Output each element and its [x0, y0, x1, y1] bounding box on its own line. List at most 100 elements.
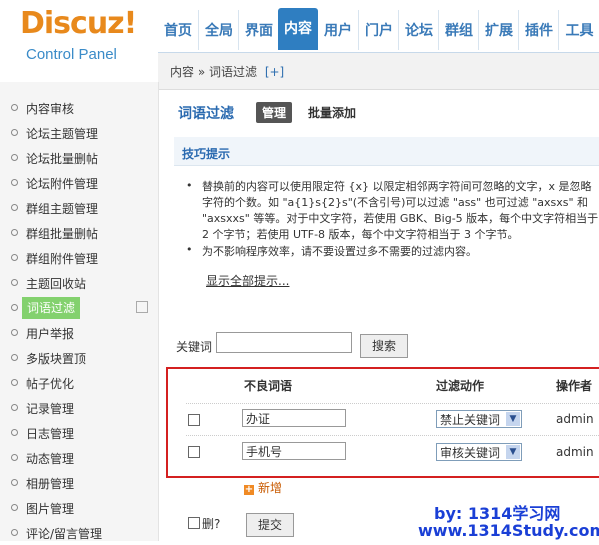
add-to-menu-link[interactable]: [+]: [265, 65, 284, 79]
sidebar-item-group-batch-delete[interactable]: 群组批量删帖: [0, 221, 158, 245]
sidebar-item-pictures[interactable]: 图片管理: [0, 496, 158, 520]
row-divider: [186, 435, 599, 436]
nav-plugins[interactable]: 插件: [518, 10, 559, 50]
bullet-icon: [11, 154, 18, 161]
bullet-icon: [11, 404, 18, 411]
logo-wordmark: Discuz!: [20, 6, 137, 41]
col-header-filter-action: 过滤动作: [436, 379, 485, 393]
delete-label: 删?: [202, 517, 221, 531]
sidebar-item-label: 用户举报: [26, 327, 75, 341]
sidebar-item-label: 多版块置顶: [26, 352, 87, 366]
sidebar-item-group-attachments[interactable]: 群组附件管理: [0, 246, 158, 270]
sidebar-item-label: 主题回收站: [26, 277, 87, 291]
filter-action-select[interactable]: 审核关键词 ▼: [436, 443, 522, 461]
chevron-down-icon: ▼: [506, 445, 520, 459]
add-new-link[interactable]: + 新增: [244, 479, 282, 496]
col-header-operator: 操作者: [556, 379, 593, 393]
sidebar-item-label: 记录管理: [26, 402, 75, 416]
filter-action-value: 禁止关键词: [440, 413, 501, 427]
show-all-tips-link[interactable]: 显示全部提示...: [206, 272, 289, 289]
nav-portal[interactable]: 门户: [358, 10, 399, 50]
sidebar-item-multi-forum-sticky[interactable]: 多版块置顶: [0, 346, 158, 370]
bullet-icon: [11, 129, 18, 136]
breadcrumb-text: 内容 » 词语过滤: [170, 65, 257, 79]
keyword-label: 关键词: [176, 340, 213, 354]
sidebar-item-label: 群组主题管理: [26, 202, 99, 216]
row-checkbox[interactable]: [188, 446, 200, 458]
row-checkbox[interactable]: [188, 414, 200, 426]
bullet-icon: [11, 254, 18, 261]
bullet-icon: [11, 104, 18, 111]
breadcrumb-bar: 内容 » 词语过滤 [+]: [158, 52, 599, 90]
sidebar-item-word-filter[interactable]: 词语过滤: [0, 296, 158, 320]
search-button[interactable]: 搜索: [360, 334, 408, 358]
sidebar-item-albums[interactable]: 相册管理: [0, 471, 158, 495]
sidebar-item-content-review[interactable]: 内容审核: [0, 96, 158, 120]
nav-tools[interactable]: 工具: [558, 10, 599, 50]
nav-interface[interactable]: 界面: [238, 10, 279, 50]
submit-button[interactable]: 提交: [246, 513, 294, 537]
sidebar-item-label: 词语过滤: [22, 297, 81, 319]
tab-batch-add[interactable]: 批量添加: [308, 104, 356, 121]
keyword-input[interactable]: [216, 332, 352, 353]
main-content: 词语过滤 管理 批量添加 技巧提示 • 替换前的内容可以使用限定符 {x} 以限…: [158, 89, 599, 541]
breadcrumb: 内容 » 词语过滤 [+]: [170, 63, 284, 80]
sidebar-item-label: 图片管理: [26, 502, 75, 516]
bullet-icon: [11, 504, 18, 511]
sidebar-item-label: 群组批量删帖: [26, 227, 99, 241]
bullet-icon: [11, 379, 18, 386]
sidebar-item-label: 论坛主题管理: [26, 127, 99, 141]
tip-text-1: 替换前的内容可以使用限定符 {x} 以限定相邻两字符间可忽略的文字，x 是忽略字…: [202, 180, 599, 241]
nav-home[interactable]: 首页: [158, 10, 198, 50]
highlight-box: [166, 367, 599, 478]
bullet-icon: [11, 229, 18, 236]
sidebar-item-label: 动态管理: [26, 452, 75, 466]
sidebar-item-label: 群组附件管理: [26, 252, 99, 266]
sidebar-item-comments[interactable]: 评论/留言管理: [0, 521, 158, 545]
sidebar-item-label: 评论/留言管理: [26, 527, 103, 541]
bullet-icon: [11, 529, 18, 536]
nav-groups[interactable]: 群组: [438, 10, 479, 50]
plus-icon: +: [244, 484, 254, 495]
sidebar-item-post-optimize[interactable]: 帖子优化: [0, 371, 158, 395]
nav-users[interactable]: 用户: [318, 10, 358, 50]
sidebar-item-records[interactable]: 记录管理: [0, 396, 158, 420]
sidebar-item-recycle-bin[interactable]: 主题回收站: [0, 271, 158, 295]
bullet-icon: [11, 304, 18, 311]
sidebar-item-label: 相册管理: [26, 477, 75, 491]
bad-word-input[interactable]: 办证: [242, 409, 346, 427]
tab-manage[interactable]: 管理: [256, 102, 293, 123]
nav-forum[interactable]: 论坛: [398, 10, 439, 50]
bullet-icon: [11, 354, 18, 361]
tips-header: 技巧提示: [174, 137, 599, 166]
sidebar-item-forum-attachments[interactable]: 论坛附件管理: [0, 171, 158, 195]
sidebar-item-label: 日志管理: [26, 427, 75, 441]
sidebar-item-label: 内容审核: [26, 102, 75, 116]
bullet-icon: [11, 479, 18, 486]
nav-content[interactable]: 内容: [278, 8, 318, 50]
bullet-icon: [11, 179, 18, 186]
bad-word-input[interactable]: 手机号: [242, 442, 346, 460]
sidebar: 内容审核 论坛主题管理 论坛批量删帖 论坛附件管理 群组主题管理 群组批量删帖 …: [0, 82, 159, 541]
nav-extend[interactable]: 扩展: [478, 10, 519, 50]
sidebar-item-forum-threads[interactable]: 论坛主题管理: [0, 121, 158, 145]
bullet-icon: [11, 279, 18, 286]
row-divider: [186, 403, 599, 404]
sidebar-item-feeds[interactable]: 动态管理: [0, 446, 158, 470]
open-new-window-icon[interactable]: [136, 301, 148, 313]
sidebar-item-label: 论坛附件管理: [26, 177, 99, 191]
tip-bullet-icon: •: [186, 179, 193, 192]
select-all-delete-checkbox[interactable]: [188, 517, 200, 529]
sidebar-item-label: 论坛批量删帖: [26, 152, 99, 166]
watermark-line-2: www.1314Study.com: [418, 521, 599, 540]
sidebar-item-group-threads[interactable]: 群组主题管理: [0, 196, 158, 220]
bullet-icon: [11, 204, 18, 211]
sidebar-item-forum-batch-delete[interactable]: 论坛批量删帖: [0, 146, 158, 170]
bullet-icon: [11, 429, 18, 436]
page-title: 词语过滤: [178, 106, 234, 122]
nav-global[interactable]: 全局: [198, 10, 239, 50]
sidebar-item-blogs[interactable]: 日志管理: [0, 421, 158, 445]
filter-action-select[interactable]: 禁止关键词 ▼: [436, 410, 522, 428]
sidebar-item-user-reports[interactable]: 用户举报: [0, 321, 158, 345]
sidebar-item-label: 帖子优化: [26, 377, 75, 391]
